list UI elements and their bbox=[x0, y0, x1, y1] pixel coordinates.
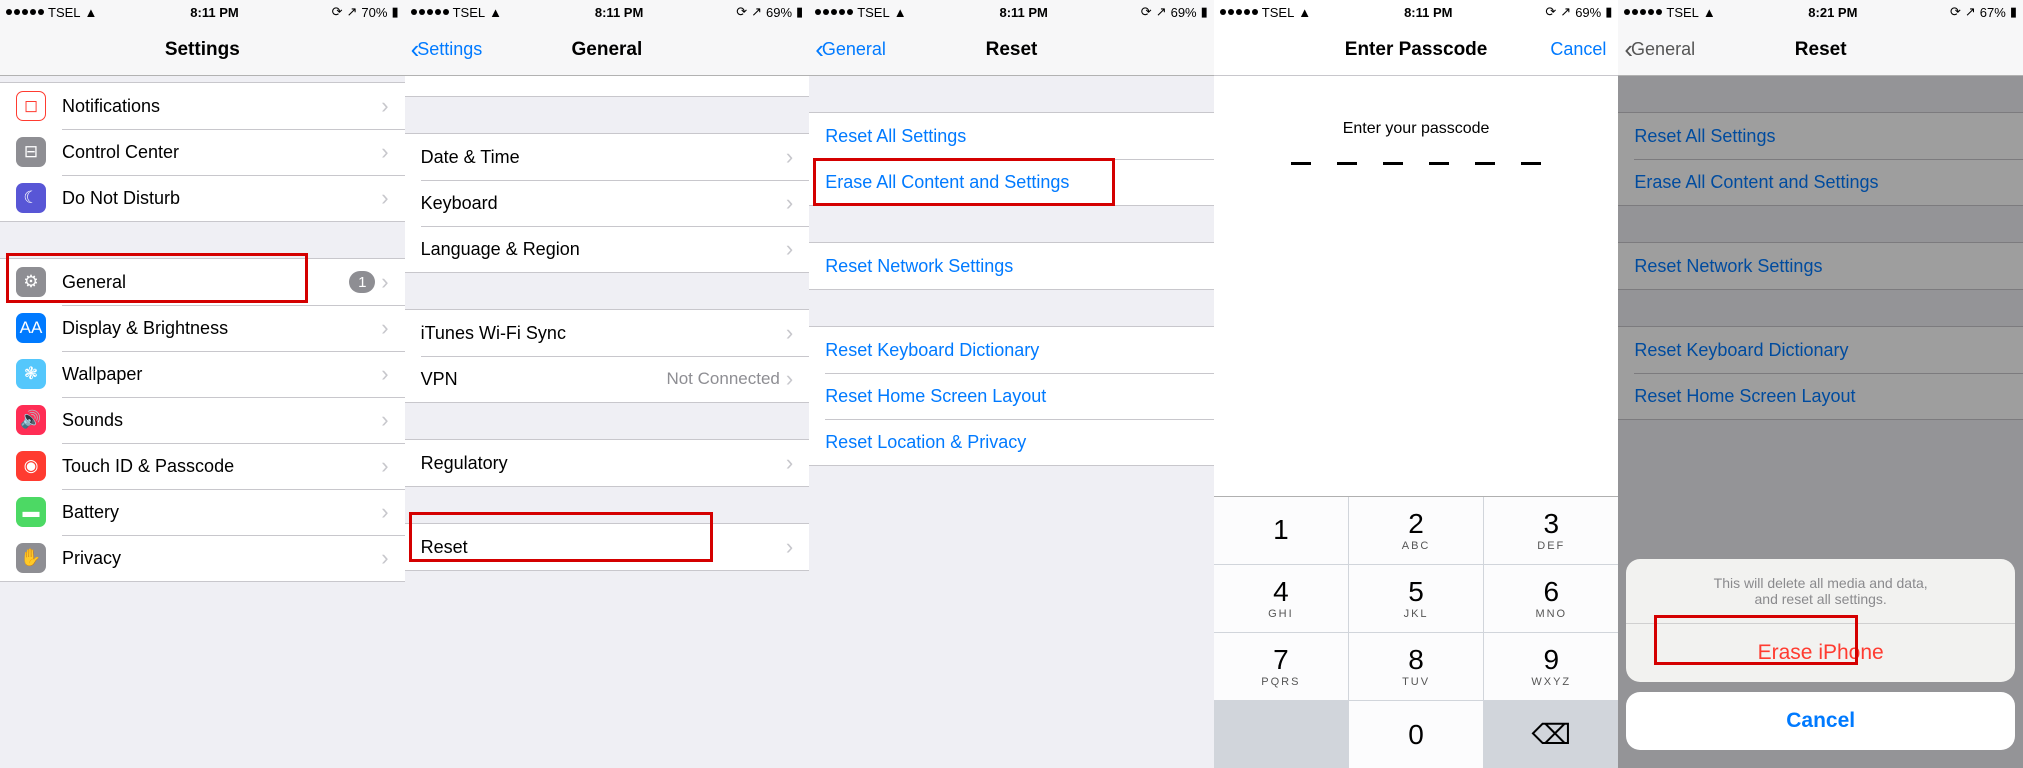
badge: 1 bbox=[349, 271, 375, 293]
sheet-cancel-button[interactable]: Cancel bbox=[1626, 692, 2015, 750]
location-icon: ↗ bbox=[347, 4, 358, 20]
key-5[interactable]: 5JKL bbox=[1349, 565, 1483, 632]
battery-icon: ▮ bbox=[391, 4, 398, 20]
control-center-icon: ⊟ bbox=[16, 137, 46, 167]
gear-icon: ⚙ bbox=[16, 267, 46, 297]
back-label: Settings bbox=[417, 39, 482, 60]
row-sounds[interactable]: 🔊Sounds› bbox=[0, 397, 405, 443]
numeric-keypad: 1 2ABC 3DEF 4GHI 5JKL 6MNO 7PQRS 8TUV 9W… bbox=[1214, 496, 1619, 768]
page-title: Settings bbox=[0, 39, 405, 61]
screen-reset-confirm: TSEL▲ 8:21 PM ⟳↗67%▮ ‹General Reset Rese… bbox=[1618, 0, 2023, 768]
screen-reset: TSEL▲ 8:11 PM ⟳↗69%▮ ‹General Reset Rese… bbox=[809, 0, 1214, 768]
sheet-message: This will delete all media and data, and… bbox=[1626, 559, 2015, 624]
status-bar: TSEL▲ 8:11 PM ⟳↗70%▮ bbox=[0, 0, 405, 24]
key-2[interactable]: 2ABC bbox=[1349, 497, 1483, 564]
screen-general: TSEL▲ 8:11 PM ⟳↗69%▮ ‹Settings General D… bbox=[405, 0, 810, 768]
status-time: 8:11 PM bbox=[190, 5, 238, 20]
key-9[interactable]: 9WXYZ bbox=[1484, 633, 1618, 700]
action-sheet: This will delete all media and data, and… bbox=[1626, 559, 2015, 760]
key-4[interactable]: 4GHI bbox=[1214, 565, 1348, 632]
nav-bar: ‹General Reset bbox=[809, 24, 1214, 76]
wifi-icon: ▲ bbox=[489, 5, 502, 20]
wifi-icon: ▲ bbox=[894, 5, 907, 20]
cancel-button[interactable]: Cancel bbox=[1550, 39, 1606, 60]
row-control-center[interactable]: ⊟Control Center› bbox=[0, 129, 405, 175]
row-wallpaper[interactable]: ❃Wallpaper› bbox=[0, 351, 405, 397]
key-backspace[interactable]: ⌫ bbox=[1484, 701, 1618, 768]
row-label: Control Center bbox=[62, 142, 375, 163]
row-reset-home-layout[interactable]: Reset Home Screen Layout bbox=[809, 373, 1214, 419]
row-label: Privacy bbox=[62, 548, 375, 569]
nav-bar: Settings bbox=[0, 24, 405, 76]
row-reset-location-privacy[interactable]: Reset Location & Privacy bbox=[809, 419, 1214, 465]
key-6[interactable]: 6MNO bbox=[1484, 565, 1618, 632]
key-8[interactable]: 8TUV bbox=[1349, 633, 1483, 700]
row-general[interactable]: ⚙General1› bbox=[0, 259, 405, 305]
row-reset-all[interactable]: Reset All Settings bbox=[809, 113, 1214, 159]
row-datetime[interactable]: Date & Time› bbox=[405, 134, 810, 180]
row-language[interactable]: Language & Region› bbox=[405, 226, 810, 272]
hand-icon: ✋ bbox=[16, 543, 46, 573]
carrier-label: TSEL bbox=[48, 5, 81, 20]
screen-settings: TSEL▲ 8:11 PM ⟳↗70%▮ Settings ◻Notificat… bbox=[0, 0, 405, 768]
key-3[interactable]: 3DEF bbox=[1484, 497, 1618, 564]
row-reset-keyboard-dict[interactable]: Reset Keyboard Dictionary bbox=[809, 327, 1214, 373]
row-touchid[interactable]: ◉Touch ID & Passcode› bbox=[0, 443, 405, 489]
row-label: General bbox=[62, 272, 349, 293]
row-reset[interactable]: Reset› bbox=[405, 524, 810, 570]
display-icon: AA bbox=[16, 313, 46, 343]
row-label: Sounds bbox=[62, 410, 375, 431]
status-bar: TSEL▲ 8:11 PM ⟳↗69%▮ bbox=[809, 0, 1214, 24]
notifications-icon: ◻ bbox=[16, 91, 46, 121]
wifi-icon: ▲ bbox=[1703, 5, 1716, 20]
nav-bar: Enter Passcode Cancel bbox=[1214, 24, 1619, 76]
row-erase-all[interactable]: Erase All Content and Settings bbox=[809, 159, 1214, 205]
nav-bar: ‹Settings General bbox=[405, 24, 810, 76]
backspace-icon: ⌫ bbox=[1531, 721, 1571, 749]
row-notifications[interactable]: ◻Notifications› bbox=[0, 83, 405, 129]
row-privacy[interactable]: ✋Privacy› bbox=[0, 535, 405, 581]
key-0[interactable]: 0 bbox=[1349, 701, 1483, 768]
status-bar: TSEL▲ 8:21 PM ⟳↗67%▮ bbox=[1618, 0, 2023, 24]
status-bar: TSEL▲ 8:11 PM ⟳↗69%▮ bbox=[405, 0, 810, 24]
battery-icon: ▬ bbox=[16, 497, 46, 527]
nav-bar: ‹General Reset bbox=[1618, 24, 2023, 76]
row-keyboard[interactable]: Keyboard› bbox=[405, 180, 810, 226]
row-label: Display & Brightness bbox=[62, 318, 375, 339]
fingerprint-icon: ◉ bbox=[16, 451, 46, 481]
wallpaper-icon: ❃ bbox=[16, 359, 46, 389]
key-7[interactable]: 7PQRS bbox=[1214, 633, 1348, 700]
passcode-dashes bbox=[1214, 162, 1619, 165]
row-label: Wallpaper bbox=[62, 364, 375, 385]
row-regulatory[interactable]: Regulatory› bbox=[405, 440, 810, 486]
row-vpn[interactable]: VPNNot Connected› bbox=[405, 356, 810, 402]
back-button[interactable]: ‹General bbox=[809, 34, 886, 65]
sounds-icon: 🔊 bbox=[16, 405, 46, 435]
screen-passcode: TSEL▲ 8:11 PM ⟳↗69%▮ Enter Passcode Canc… bbox=[1214, 0, 1619, 768]
row-battery[interactable]: ▬Battery› bbox=[0, 489, 405, 535]
back-button[interactable]: ‹Settings bbox=[405, 34, 483, 65]
battery-pct: 70% bbox=[361, 5, 387, 20]
status-bar: TSEL▲ 8:11 PM ⟳↗69%▮ bbox=[1214, 0, 1619, 24]
row-label: Do Not Disturb bbox=[62, 188, 375, 209]
passcode-prompt: Enter your passcode bbox=[1214, 120, 1619, 138]
wifi-icon: ▲ bbox=[85, 5, 98, 20]
row-dnd[interactable]: ☾Do Not Disturb› bbox=[0, 175, 405, 221]
row-itunes-sync[interactable]: iTunes Wi-Fi Sync› bbox=[405, 310, 810, 356]
key-1[interactable]: 1 bbox=[1214, 497, 1348, 564]
key-blank bbox=[1214, 701, 1348, 768]
erase-iphone-button[interactable]: Erase iPhone bbox=[1626, 624, 2015, 682]
moon-icon: ☾ bbox=[16, 183, 46, 213]
row-label: Notifications bbox=[62, 96, 375, 117]
row-label: Battery bbox=[62, 502, 375, 523]
row-label: Touch ID & Passcode bbox=[62, 456, 375, 477]
back-button[interactable]: ‹General bbox=[1618, 34, 1695, 65]
wifi-icon: ▲ bbox=[1298, 5, 1311, 20]
row-display[interactable]: AADisplay & Brightness› bbox=[0, 305, 405, 351]
row-reset-network[interactable]: Reset Network Settings bbox=[809, 243, 1214, 289]
